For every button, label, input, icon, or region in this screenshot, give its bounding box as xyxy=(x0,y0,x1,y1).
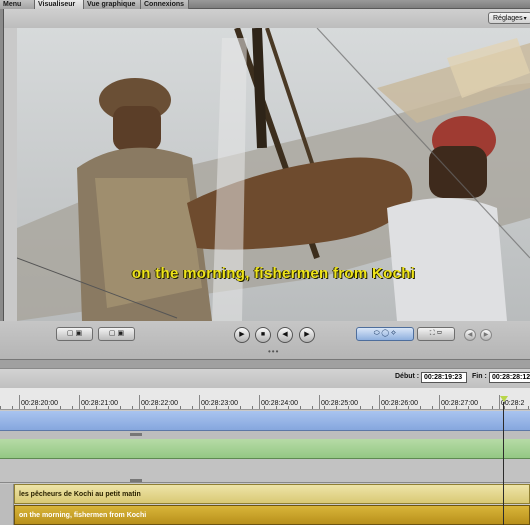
settings-popup[interactable]: Réglages▾ xyxy=(488,12,530,24)
ruler-tick: 00:28:20:00 xyxy=(19,395,58,409)
end-label: Fin : xyxy=(472,373,487,380)
panel-separator xyxy=(0,359,530,368)
fit-frame-buttons[interactable]: ⛶ ▭ xyxy=(417,327,455,341)
divider-grip-icon[interactable] xyxy=(130,479,142,482)
end-timecode-field[interactable]: 00:28:28:12 xyxy=(489,372,530,383)
overlay-mode-buttons[interactable]: ▢ ▣ xyxy=(98,327,135,341)
zoom-shape-buttons[interactable]: ⬭ ◯ ✧ xyxy=(356,327,414,341)
divider-grip-icon[interactable] xyxy=(130,433,142,436)
track-divider xyxy=(0,459,530,483)
track-header xyxy=(0,484,14,525)
playhead-line[interactable] xyxy=(503,402,504,525)
previous-frame-icon[interactable]: ◀ xyxy=(277,327,293,343)
loop-out-icon[interactable]: ▶ xyxy=(480,329,492,341)
subtitle-clip-french[interactable]: les pêcheurs de Kochi au petit matin xyxy=(14,484,530,504)
start-timecode-field[interactable]: 00:28:19:23 xyxy=(421,372,467,383)
resize-grip-icon[interactable]: ••• xyxy=(268,347,279,356)
view-mode-buttons[interactable]: ▢ ▣ xyxy=(56,327,93,341)
tab-connections[interactable]: Connexions xyxy=(141,0,189,9)
settings-label: Réglages xyxy=(493,15,523,22)
ruler-tick: 00:28:23:00 xyxy=(199,395,238,409)
ruler-tick: 00:28:26:00 xyxy=(379,395,418,409)
panel-edge xyxy=(0,9,4,359)
tab-graph-view[interactable]: Vue graphique xyxy=(84,0,141,9)
viewer-toolbar xyxy=(0,9,530,28)
subtitle-overlay: on the morning, fishermen from Kochi xyxy=(131,265,416,282)
ruler-tick: 00:28:25:00 xyxy=(319,395,358,409)
track-divider xyxy=(0,431,530,439)
tab-bar: Menu Visualiseur Vue graphique Connexion… xyxy=(0,0,530,9)
ruler-tick: 00:28:27:00 xyxy=(439,395,478,409)
stop-icon[interactable]: ■ xyxy=(255,327,271,343)
ruler-tick: 00:28:22:00 xyxy=(139,395,178,409)
tab-menu[interactable]: Menu xyxy=(0,0,35,9)
audio-track[interactable] xyxy=(0,439,530,459)
next-frame-icon[interactable]: ▶ xyxy=(299,327,315,343)
play-icon[interactable]: ▶ xyxy=(234,327,250,343)
subtitle-clip-english[interactable]: on the morning, fishermen from Kochi xyxy=(14,505,530,525)
tab-viewer[interactable]: Visualiseur xyxy=(35,0,84,9)
video-frame: on the morning, fishermen from Kochi xyxy=(17,28,530,321)
start-label: Début : xyxy=(395,373,420,380)
ruler-tick: 00:28:21:00 xyxy=(79,395,118,409)
playhead-handle-icon[interactable] xyxy=(500,396,508,402)
ruler-tick: 00:28:24:00 xyxy=(259,395,298,409)
loop-in-icon[interactable]: ◀ xyxy=(464,329,476,341)
video-track[interactable] xyxy=(0,411,530,431)
chevron-down-icon: ▾ xyxy=(523,16,527,22)
